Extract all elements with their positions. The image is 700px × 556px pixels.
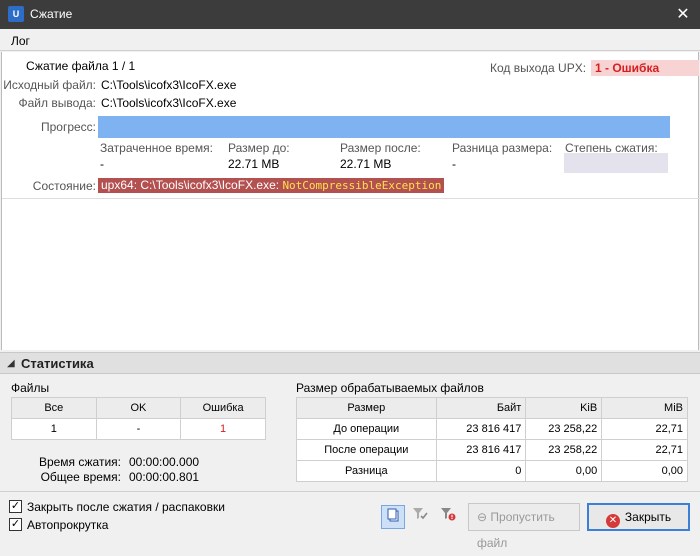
stats-section-header[interactable]: ◢ Статистика [0,352,700,374]
state-exception: NotCompressibleException [282,179,442,192]
table-row: Разница 0 0,00 0,00 [296,460,688,482]
sizes-cell: 0 [435,460,527,482]
app-logo-icon: U [8,6,24,22]
files-col-all: Все [11,397,97,419]
sizes-col-size: Размер [296,397,437,419]
collapse-triangle-icon[interactable]: ◢ [7,358,15,369]
size-diff-label: Разница размера: [452,141,553,155]
close-button-label: Закрыть [624,510,672,524]
sizes-col-kib: KiB [525,397,603,419]
files-col-error: Ошибка [180,397,266,419]
skip-file-label: Пропустить файл [477,510,555,550]
progress-fill [98,116,670,138]
progress-bar [98,116,670,138]
sizes-col-bytes: Байт [435,397,527,419]
sizes-table: Размер Байт KiB MiB До операции 23 816 4… [296,397,688,482]
sizes-cell: 22,71 [601,418,688,440]
table-row: 1 - 1 [11,418,266,440]
size-before-value: 22.71 MB [228,157,280,171]
autoscroll-label[interactable]: Автопрокрутка [27,518,108,532]
filter-ok-icon [413,508,428,520]
progress-label: Прогресс: [40,120,96,134]
files-table: Все OK Ошибка 1 - 1 [11,397,266,440]
skip-file-button[interactable]: ⊖ Пропустить файл [468,503,580,550]
window-title: Сжатие [30,7,73,21]
close-after-checkbox[interactable]: ✓ [9,500,22,513]
total-time-value: 00:00:00.801 [129,470,200,484]
sizes-col-mib: MiB [601,397,688,419]
sizes-cell: 0,00 [525,460,603,482]
size-after-label: Размер после: [340,141,421,155]
files-all-value: 1 [11,418,97,440]
state-label: Состояние: [32,179,96,193]
close-after-label[interactable]: Закрыть после сжатия / распаковки [27,500,225,514]
autoscroll-checkbox[interactable]: ✓ [9,518,22,531]
sizes-row-label: До операции [296,418,437,440]
close-button[interactable]: ✕ Закрыть [587,503,690,531]
exit-code-badge: 1 - Ошибка [591,60,699,76]
copy-log-icon [387,508,399,522]
table-row: До операции 23 816 417 23 258,22 22,71 [296,418,688,440]
sizes-cell: 23 816 417 [435,418,527,440]
source-file-value: C:\Tools\icofx3\IcoFX.exe [101,78,237,92]
state-message-path: upx64: C:\Tools\icofx3\IcoFX.exe: [101,178,280,192]
elapsed-time-label: Затраченное время: [100,141,213,155]
filter-error-icon [441,508,456,521]
files-group-title: Файлы [11,381,50,395]
filter-error-button[interactable] [436,505,460,529]
sizes-cell: 23 258,22 [525,418,603,440]
sizes-group-title: Размер обрабатываемых файлов [296,381,484,395]
stats-title: Статистика [21,356,94,371]
compression-ratio-box [564,153,668,173]
size-diff-value: - [452,157,456,171]
sizes-row-label: Разница [296,460,437,482]
sizes-row-label: После операции [296,439,437,461]
compress-time-label: Время сжатия: [38,455,121,469]
output-file-value: C:\Tools\icofx3\IcoFX.exe [101,96,237,110]
sizes-cell: 23 258,22 [525,439,603,461]
log-panel[interactable]: Сжатие файла 1 / 1 Код выхода UPX: 1 - О… [1,52,700,350]
title-bar: U Сжатие ✕ [0,0,700,29]
window-close-button[interactable]: ✕ [666,0,700,29]
table-row: После операции 23 816 417 23 258,22 22,7… [296,439,688,461]
filter-ok-button[interactable] [408,505,432,529]
sizes-cell: 0,00 [601,460,688,482]
files-col-ok: OK [95,397,182,419]
sizes-cell: 22,71 [601,439,688,461]
log-section-title: Лог [11,34,30,48]
compress-time-value: 00:00:00.000 [129,455,200,469]
output-file-label: Файл вывода: [18,96,97,110]
exit-code-label: Код выхода UPX: [490,61,587,75]
total-time-label: Общее время: [40,470,121,484]
source-file-label: Исходный файл: [3,78,96,92]
size-before-label: Размер до: [228,141,290,155]
state-message: upx64: C:\Tools\icofx3\IcoFX.exe: NotCom… [98,178,445,193]
close-icon: ✕ [605,514,620,528]
size-after-value: 22.71 MB [340,157,392,171]
sizes-cell: 23 816 417 [435,439,527,461]
log-section-header: Лог [0,29,700,51]
log-separator [2,198,700,199]
compress-heading: Сжатие файла 1 / 1 [26,59,136,73]
copy-log-button[interactable] [381,505,405,529]
files-ok-value: - [95,418,182,440]
skip-icon: ⊖ [477,510,488,524]
files-error-value: 1 [180,418,266,440]
elapsed-time-value: - [100,157,104,171]
footer-separator [0,491,700,492]
